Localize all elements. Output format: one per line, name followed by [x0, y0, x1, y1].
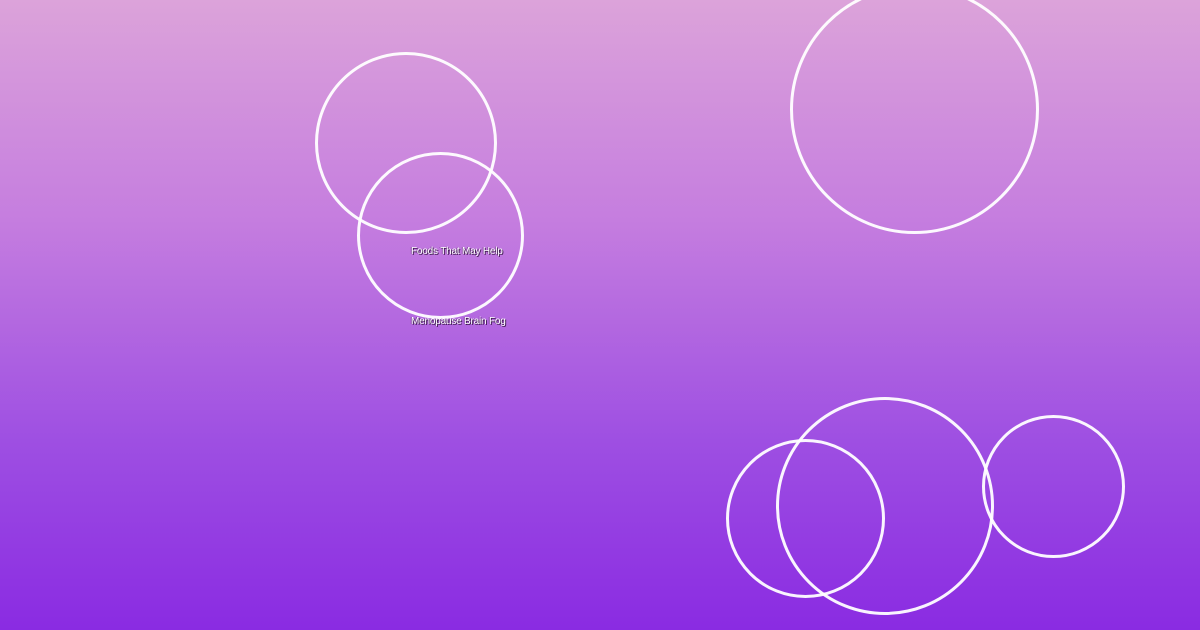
decorative-ring [982, 415, 1125, 558]
decorative-ring [776, 397, 994, 615]
decorative-ring [357, 152, 524, 319]
title-line-1: Foods That May Help [411, 246, 503, 257]
decorative-ring [790, 0, 1039, 234]
title-line-2: Menopause Brain Fog [411, 316, 506, 327]
